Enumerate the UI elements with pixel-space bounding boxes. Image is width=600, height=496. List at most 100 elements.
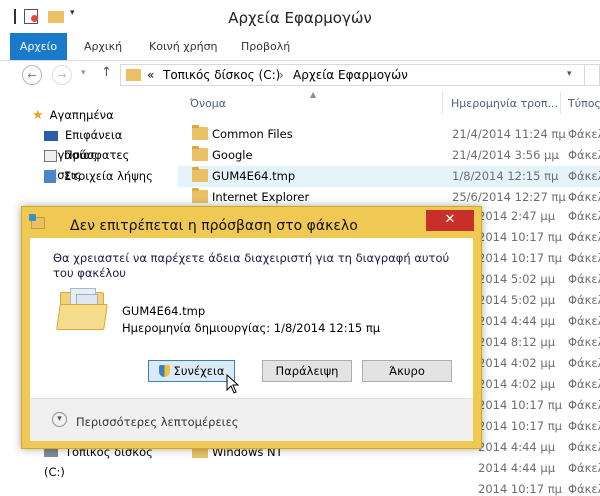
dialog-title: Δεν επιτρέπεται η πρόσβαση στο φάκελο (70, 218, 358, 234)
address-dropdown-icon[interactable]: ▾ (567, 69, 572, 79)
column-date[interactable]: Ημερομηνία τροπ... (451, 97, 558, 110)
nav-desktop[interactable]: Επιφάνεια εργασίας (44, 125, 170, 162)
file-type: Φάκελ (568, 293, 600, 307)
file-date: 2014 2:47 μμ (478, 209, 556, 223)
dialog-body: Θα χρειαστεί να παρέχετε άδεια διαχειρισ… (30, 238, 473, 441)
file-date: 2014 10:17 πμ (478, 230, 562, 244)
nav-downloads[interactable]: Στοιχεία λήψης (44, 166, 153, 186)
file-type: Φάκελ (568, 461, 600, 475)
dialog-file-date: Ημερομηνία δημιουργίας: 1/8/2014 12:15 π… (122, 321, 381, 335)
table-row[interactable]: GUM4E64.tmp 1/8/2014 12:15 πμ Φάκελ (178, 166, 600, 187)
file-type: Φάκελ (568, 230, 600, 244)
file-type: Φάκελ (568, 251, 600, 265)
file-date: 21/4/2014 3:56 μμ (452, 148, 559, 162)
tab-file[interactable]: Αρχείο (10, 33, 67, 60)
recent-dropdown-icon[interactable]: ▾ (81, 68, 86, 78)
tab-home[interactable]: Αρχική (84, 40, 122, 53)
file-type: Φάκελ (568, 356, 600, 370)
column-divider[interactable] (442, 92, 443, 114)
address-overflow[interactable]: « (147, 68, 154, 82)
file-date: 25/6/2014 12:27 πμ (452, 190, 566, 204)
folder-icon (29, 214, 45, 229)
file-type: Φάκελ (568, 335, 600, 349)
address-bar[interactable]: « Τοπικός δίσκος (C:) › Αρχεία Εφαρμογών… (120, 64, 600, 86)
breadcrumb-separator[interactable]: › (279, 68, 284, 82)
dialog-message: Θα χρειαστεί να παρέχετε άδεια διαχειρισ… (53, 251, 450, 280)
file-type: Φάκελ (568, 419, 600, 433)
file-date: 2014 10:17 πμ (478, 419, 562, 433)
file-date: 21/4/2014 11:24 πμ (452, 127, 566, 141)
uac-shield-icon (158, 365, 170, 377)
refresh-button[interactable] (584, 65, 600, 85)
cancel-button[interactable]: Άκυρο (362, 360, 452, 382)
nav-favorites[interactable]: ★ Αγαπημένα (32, 105, 114, 125)
file-date: 1/8/2014 12:15 πμ (452, 169, 559, 183)
file-date: 2014 10:17 πμ (478, 482, 562, 496)
breadcrumb-drive[interactable]: Τοπικός δίσκος (C:) (163, 68, 280, 82)
folder-icon (192, 188, 208, 203)
column-type[interactable]: Τύπος (568, 97, 600, 110)
up-button[interactable]: ↑ (101, 65, 112, 80)
forward-button[interactable]: → (52, 65, 72, 85)
file-date: 2014 4:02 μμ (478, 377, 556, 391)
window-title: Αρχεία Εφαρμογών (228, 9, 372, 27)
table-row[interactable]: Google 21/4/2014 3:56 μμ Φάκελ (178, 145, 600, 166)
close-button[interactable]: ✕ (426, 210, 474, 231)
shield-icon (29, 214, 36, 221)
dialog-footer: ▾ Περισσότερες λεπτομέρειες (30, 399, 473, 441)
nav-recent[interactable]: Πρόσφατες θέσεις (44, 145, 170, 182)
continue-button[interactable]: Συνέχεια (148, 360, 235, 382)
table-row[interactable]: Common Files 21/4/2014 11:24 πμ Φάκελ (178, 124, 600, 145)
folder-icon (192, 167, 208, 182)
file-date: 2014 10:17 πμ (478, 251, 562, 265)
file-type: Φάκελ (568, 272, 600, 286)
file-date: 2014 4:44 μμ (478, 314, 556, 328)
file-date: 2014 5:02 μμ (478, 293, 556, 307)
skip-button[interactable]: Παράλειψη (262, 360, 352, 382)
file-date: 2014 10:17 πμ (478, 398, 562, 412)
dialog-file-name: GUM4E64.tmp (122, 304, 206, 318)
file-date: 2014 4:02 μμ (478, 356, 556, 370)
more-details-link[interactable]: Περισσότερες λεπτομέρειες (76, 415, 239, 429)
tab-view[interactable]: Προβολή (241, 40, 290, 53)
folder-icon (126, 69, 141, 81)
file-name: Common Files (212, 127, 293, 141)
file-date: 2014 4:44 μμ (478, 461, 556, 475)
file-type: Φάκελ (568, 127, 600, 141)
nav-local-disk-label: Τοπικός δίσκος (C:) (44, 445, 153, 479)
back-button[interactable]: ← (22, 65, 42, 85)
file-type: Φάκελ (568, 314, 600, 328)
file-type: Φάκελ (568, 482, 600, 496)
access-denied-dialog: Δεν επιτρέπεται η πρόσβαση στο φάκελο ✕ … (21, 206, 482, 449)
downloads-icon (44, 170, 56, 183)
file-type: Φάκελ (568, 209, 600, 223)
file-type: Φάκελ (568, 398, 600, 412)
table-row[interactable]: Internet Explorer 25/6/2014 12:27 πμ Φάκ… (178, 187, 600, 208)
star-icon: ★ (32, 107, 44, 123)
file-date: 2014 8:12 μμ (478, 335, 556, 349)
large-folder-icon (56, 286, 108, 330)
desktop-icon (44, 130, 58, 141)
file-type: Φάκελ (568, 377, 600, 391)
nav-favorites-label: Αγαπημένα (49, 108, 114, 122)
folder-icon (192, 125, 208, 140)
file-name: Internet Explorer (212, 190, 310, 204)
mouse-cursor-icon (226, 374, 240, 394)
folder-icon (192, 146, 208, 161)
column-divider[interactable] (560, 92, 561, 114)
file-name: Google (212, 148, 253, 162)
sort-arrow-icon: ▲ (310, 90, 317, 99)
file-type: Φάκελ (568, 190, 600, 204)
file-date: 2014 5:02 μμ (478, 272, 556, 286)
file-name: GUM4E64.tmp (212, 169, 296, 183)
file-type: Φάκελ (568, 148, 600, 162)
breadcrumb-folder[interactable]: Αρχεία Εφαρμογών (293, 68, 408, 82)
tab-share[interactable]: Κοινή χρήση (149, 40, 218, 53)
nav-downloads-label: Στοιχεία λήψης (64, 169, 153, 183)
drive-icon (44, 448, 58, 457)
column-name[interactable]: Όνομα (190, 97, 226, 110)
chevron-down-icon[interactable]: ▾ (52, 412, 67, 427)
file-type: Φάκελ (568, 169, 600, 183)
continue-label: Συνέχεια (173, 364, 225, 378)
title-bar: ▾ Αρχεία Εφαρμογών (0, 0, 600, 33)
